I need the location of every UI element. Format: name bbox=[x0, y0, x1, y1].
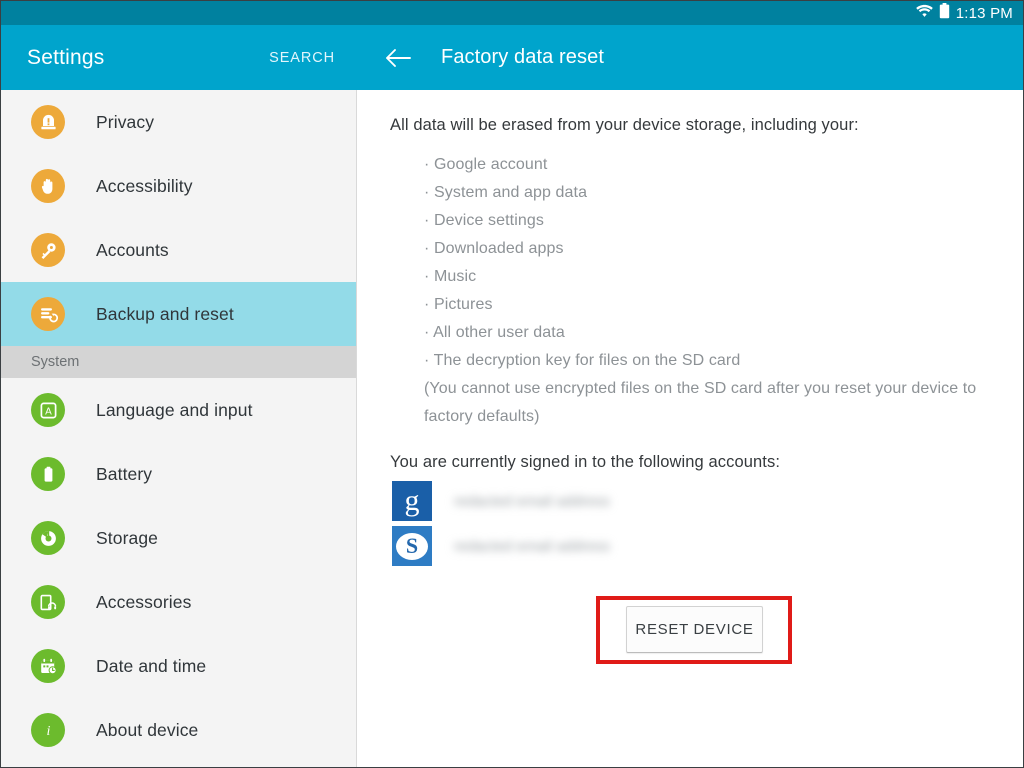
erase-item: · Pictures bbox=[424, 296, 493, 313]
battery-icon bbox=[31, 457, 65, 491]
factory-reset-content: All data will be erased from your device… bbox=[358, 90, 1023, 767]
privacy-icon bbox=[31, 105, 65, 139]
skype-account-icon: S bbox=[392, 526, 432, 566]
list-item[interactable]: g redacted email address bbox=[392, 481, 610, 521]
sidebar-item-accounts[interactable]: Accounts bbox=[1, 218, 356, 282]
sidebar-section-system: System bbox=[1, 346, 356, 378]
accessibility-hand-icon bbox=[31, 169, 65, 203]
sidebar-item-label: Accounts bbox=[96, 239, 169, 260]
sidebar-item-language-and-input[interactable]: A Language and input bbox=[1, 378, 356, 442]
battery-icon bbox=[939, 2, 950, 24]
key-icon bbox=[31, 233, 65, 267]
search-button[interactable]: SEARCH bbox=[269, 50, 335, 66]
detail-appbar: Factory data reset bbox=[357, 25, 1023, 90]
wifi-icon bbox=[915, 4, 933, 23]
detail-page-title: Factory data reset bbox=[441, 46, 604, 68]
sidebar-item-label: Privacy bbox=[96, 111, 155, 132]
status-bar-indicators: 1:13 PM bbox=[915, 2, 1013, 24]
status-clock: 1:13 PM bbox=[955, 4, 1013, 22]
storage-disc-icon bbox=[31, 521, 65, 555]
sidebar-item-label: Date and time bbox=[96, 655, 207, 676]
calendar-clock-icon bbox=[31, 649, 65, 683]
account-email: redacted email address bbox=[454, 537, 610, 555]
back-arrow-icon[interactable] bbox=[383, 43, 413, 73]
sidebar-item-about-device[interactable]: i About device bbox=[1, 698, 356, 762]
list-item[interactable]: S redacted email address bbox=[392, 526, 610, 566]
sidebar-item-label: Accessibility bbox=[96, 175, 193, 196]
sidebar-item-battery[interactable]: Battery bbox=[1, 442, 356, 506]
reset-device-button[interactable]: RESET DEVICE bbox=[626, 606, 763, 653]
sidebar-item-label: Accessories bbox=[96, 591, 192, 612]
sidebar-item-storage[interactable]: Storage bbox=[1, 506, 356, 570]
sidebar-item-accessibility[interactable]: Accessibility bbox=[1, 154, 356, 218]
accounts-intro-text: You are currently signed in to the follo… bbox=[390, 453, 781, 471]
sidebar-item-label: Backup and reset bbox=[96, 303, 234, 324]
erase-note-text: (You cannot use encrypted files on the S… bbox=[424, 380, 977, 425]
sidebar-item-privacy[interactable]: Privacy bbox=[1, 90, 356, 154]
sidebar-item-label: Storage bbox=[96, 527, 158, 548]
svg-text:i: i bbox=[46, 724, 50, 739]
account-email: redacted email address bbox=[454, 492, 610, 510]
google-account-icon: g bbox=[392, 481, 432, 521]
backup-reset-icon bbox=[31, 297, 65, 331]
erase-item: · Downloaded apps bbox=[424, 240, 564, 257]
accessories-icon bbox=[31, 585, 65, 619]
erase-item: · Device settings bbox=[424, 212, 544, 229]
sidebar-item-label: Language and input bbox=[96, 399, 253, 420]
info-icon: i bbox=[31, 713, 65, 747]
skype-glyph: S bbox=[396, 532, 428, 560]
status-bar: 1:13 PM bbox=[1, 1, 1023, 25]
sidebar-item-backup-and-reset[interactable]: Backup and reset bbox=[1, 282, 356, 346]
erase-intro-text: All data will be erased from your device… bbox=[390, 116, 859, 134]
page-title: Settings bbox=[27, 45, 105, 69]
erase-item: · Music bbox=[424, 268, 477, 285]
device-screen: 1:13 PM Settings SEARCH Factory data res… bbox=[0, 0, 1024, 768]
svg-text:A: A bbox=[45, 406, 52, 417]
erase-item: · The decryption key for files on the SD… bbox=[424, 352, 741, 369]
sidebar-item-label: Battery bbox=[96, 463, 153, 484]
erase-item: · System and app data bbox=[424, 184, 588, 201]
settings-appbar: Settings SEARCH bbox=[1, 25, 357, 90]
sidebar-item-label: About device bbox=[96, 719, 199, 740]
sidebar-item-date-and-time[interactable]: Date and time bbox=[1, 634, 356, 698]
erase-item: · All other user data bbox=[424, 324, 565, 341]
settings-sidebar[interactable]: Privacy Accessibility Accounts Backup an… bbox=[1, 90, 357, 767]
erase-item: · Google account bbox=[424, 156, 548, 173]
language-a-icon: A bbox=[31, 393, 65, 427]
erase-items-list: · Google account · System and app data ·… bbox=[424, 151, 1004, 431]
sidebar-item-accessories[interactable]: Accessories bbox=[1, 570, 356, 634]
